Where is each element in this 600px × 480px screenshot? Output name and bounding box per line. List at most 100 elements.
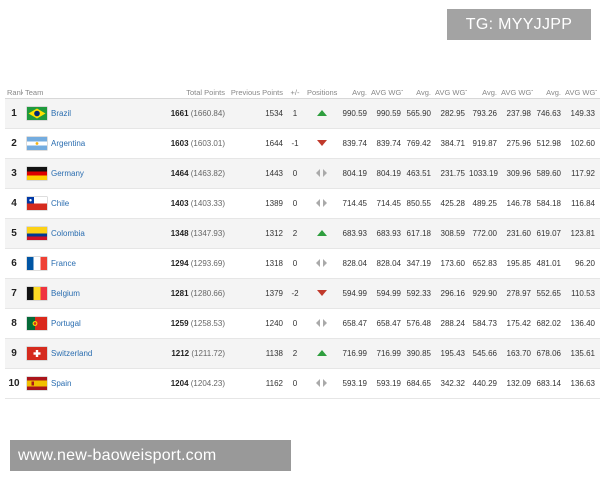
avg-wgt-4-cell: 123.81 xyxy=(563,218,597,249)
previous-points-cell: 1443 xyxy=(227,158,285,189)
team-name-link[interactable]: Belgium xyxy=(51,289,80,298)
avg-wgt-2-cell: 308.59 xyxy=(433,218,467,249)
avg-wgt-1-cell: 828.04 xyxy=(369,248,403,279)
table-row-germany: 3 Germany 1464 (1463.82) 1443 0 804.19 8… xyxy=(5,158,600,189)
header-team: Team xyxy=(23,86,147,99)
team-cell[interactable]: Spain xyxy=(23,368,147,399)
team-cell[interactable]: Belgium xyxy=(23,278,147,309)
avg-wgt-3-cell: 309.96 xyxy=(499,158,533,189)
avg-1-cell: 990.59 xyxy=(339,98,369,129)
avg-4-cell: 678.06 xyxy=(533,338,563,369)
watermark-bottom: www.new-baoweisport.com xyxy=(10,440,291,471)
team-name-link[interactable]: Chile xyxy=(51,199,69,208)
team-name-link[interactable]: Germany xyxy=(51,169,84,178)
team-cell[interactable]: Switzerland xyxy=(23,338,147,369)
total-points-cell: 1281 (1280.66) xyxy=(147,278,227,309)
team-name-link[interactable]: Portugal xyxy=(51,319,81,328)
avg-3-cell: 1033.19 xyxy=(467,158,499,189)
flag-brazil-icon xyxy=(27,107,47,120)
total-points-exact: (1258.53) xyxy=(190,319,225,328)
team-cell[interactable]: Germany xyxy=(23,158,147,189)
no-change-icon xyxy=(316,258,328,267)
total-points-cell: 1603 (1603.01) xyxy=(147,128,227,159)
table-row-argentina: 2 Argentina 1603 (1603.01) 1644 -1 839.7… xyxy=(5,128,600,159)
total-points: 1403 xyxy=(170,199,189,208)
avg-4-cell: 552.65 xyxy=(533,278,563,309)
arrow-up-icon xyxy=(317,110,327,116)
team-cell[interactable]: Argentina xyxy=(23,128,147,159)
table-row-france: 6 France 1294 (1293.69) 1318 0 828.04 82… xyxy=(5,248,600,279)
avg-wgt-3-cell: 132.09 xyxy=(499,368,533,399)
avg-1-cell: 714.45 xyxy=(339,188,369,219)
avg-wgt-1-cell: 839.74 xyxy=(369,128,403,159)
rank-cell: 9 xyxy=(5,338,23,369)
position-trend-cell xyxy=(305,308,339,339)
flag-switzerland-icon xyxy=(27,347,47,360)
team-cell[interactable]: Colombia xyxy=(23,218,147,249)
avg-wgt-3-cell: 146.78 xyxy=(499,188,533,219)
avg-1-cell: 804.19 xyxy=(339,158,369,189)
team-cell[interactable]: France xyxy=(23,248,147,279)
total-points-exact: (1603.01) xyxy=(190,139,225,148)
total-points-exact: (1293.69) xyxy=(190,259,225,268)
flag-chile-icon xyxy=(27,197,47,210)
avg-4-cell: 481.01 xyxy=(533,248,563,279)
avg-3-cell: 440.29 xyxy=(467,368,499,399)
avg-wgt-4-cell: 96.20 xyxy=(563,248,597,279)
rank-cell: 1 xyxy=(5,98,23,129)
table-row-switzerland: 9 Switzerland 1212 (1211.72) 1138 2 716.… xyxy=(5,338,600,369)
change-cell: 0 xyxy=(285,158,305,189)
team-name-link[interactable]: Switzerland xyxy=(51,349,92,358)
avg-wgt-2-cell: 282.95 xyxy=(433,98,467,129)
avg-wgt-4-cell: 135.61 xyxy=(563,338,597,369)
team-name-link[interactable]: France xyxy=(51,259,76,268)
position-trend-cell xyxy=(305,368,339,399)
change-cell: 0 xyxy=(285,248,305,279)
rank-cell: 3 xyxy=(5,158,23,189)
total-points: 1259 xyxy=(170,319,189,328)
arrow-down-icon xyxy=(317,140,327,146)
rank-cell: 10 xyxy=(5,368,23,399)
avg-3-cell: 489.25 xyxy=(467,188,499,219)
avg-wgt-1-cell: 658.47 xyxy=(369,308,403,339)
avg-wgt-1-cell: 716.99 xyxy=(369,338,403,369)
flag-belgium-icon xyxy=(27,287,47,300)
watermark-top: TG: MYYJJPP xyxy=(447,9,591,40)
header-rank: Rank xyxy=(5,86,23,99)
avg-wgt-4-cell: 136.63 xyxy=(563,368,597,399)
total-points: 1212 xyxy=(171,349,190,358)
avg-wgt-2-cell: 231.75 xyxy=(433,158,467,189)
flag-germany-icon xyxy=(27,167,47,180)
no-change-icon xyxy=(316,168,328,177)
team-name-link[interactable]: Brazil xyxy=(51,109,71,118)
team-name-link[interactable]: Spain xyxy=(51,379,71,388)
previous-points-cell: 1162 xyxy=(227,368,285,399)
position-trend-cell xyxy=(305,338,339,369)
flag-france-icon xyxy=(27,257,47,270)
team-cell[interactable]: Portugal xyxy=(23,308,147,339)
previous-points-cell: 1240 xyxy=(227,308,285,339)
header-row: Rank Team Total Points Previous Points +… xyxy=(5,86,600,99)
avg-3-cell: 919.87 xyxy=(467,128,499,159)
rank-cell: 6 xyxy=(5,248,23,279)
avg-wgt-2-cell: 288.24 xyxy=(433,308,467,339)
total-points-exact: (1660.84) xyxy=(190,109,225,118)
total-points-cell: 1259 (1258.53) xyxy=(147,308,227,339)
flag-portugal-icon xyxy=(27,317,47,330)
team-name-link[interactable]: Colombia xyxy=(51,229,85,238)
team-cell[interactable]: Brazil xyxy=(23,98,147,129)
total-points: 1281 xyxy=(170,289,189,298)
total-points-exact: (1211.72) xyxy=(191,349,225,358)
total-points-cell: 1294 (1293.69) xyxy=(147,248,227,279)
avg-2-cell: 565.90 xyxy=(403,98,433,129)
header-avg-wgt-3: AVG WGT xyxy=(499,86,533,99)
team-cell[interactable]: Chile xyxy=(23,188,147,219)
total-points-cell: 1204 (1204.23) xyxy=(147,368,227,399)
total-points: 1294 xyxy=(170,259,189,268)
avg-wgt-1-cell: 804.19 xyxy=(369,158,403,189)
avg-wgt-2-cell: 384.71 xyxy=(433,128,467,159)
previous-points-cell: 1312 xyxy=(227,218,285,249)
arrow-down-icon xyxy=(317,290,327,296)
team-name-link[interactable]: Argentina xyxy=(51,139,85,148)
rank-cell: 7 xyxy=(5,278,23,309)
